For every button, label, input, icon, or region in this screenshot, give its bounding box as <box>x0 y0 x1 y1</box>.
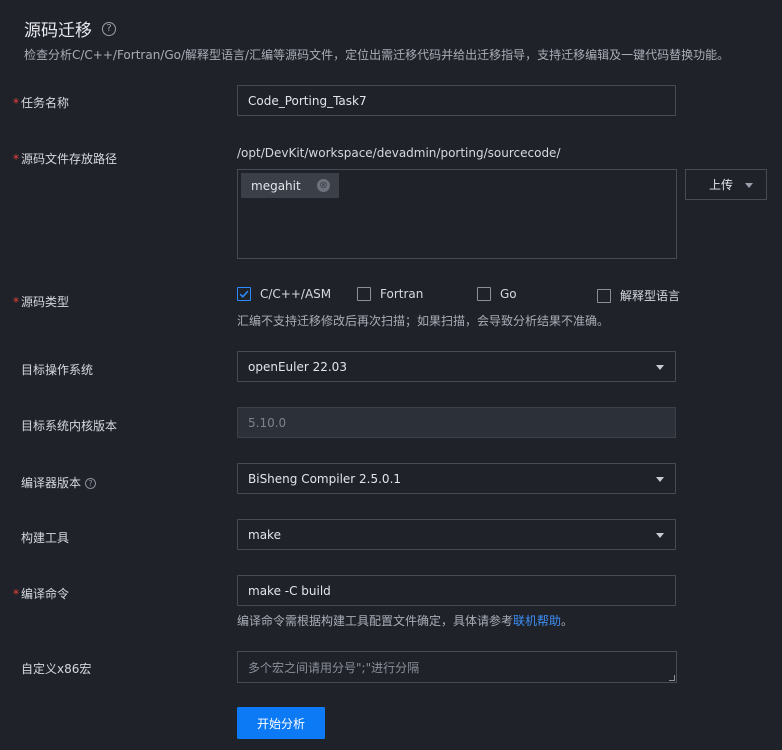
kernel-version-label: 目标系统内核版本 <box>13 417 117 434</box>
chevron-down-icon <box>656 365 664 370</box>
checkbox-label: C/C++/ASM <box>260 287 332 301</box>
kernel-version-value: 5.10.0 <box>248 415 287 430</box>
checkbox-c-cpp-asm[interactable]: C/C++/ASM <box>237 287 331 301</box>
checkbox-label: Go <box>500 287 517 301</box>
checkbox-icon[interactable] <box>357 287 371 301</box>
compile-command-note-end: 。 <box>561 614 574 628</box>
x86-macro-label: 自定义x86宏 <box>13 660 91 677</box>
kernel-version-label-text: 目标系统内核版本 <box>21 419 118 433</box>
page-description: 检查分析C/C++/Fortran/Go/解释型语言/汇编等源码文件，定位出需迁… <box>24 48 730 62</box>
source-type-label: * 源码类型 <box>13 293 69 310</box>
help-icon[interactable]: ? <box>85 478 97 489</box>
start-analysis-button[interactable]: 开始分析 <box>237 707 325 739</box>
file-tag-label: megahit <box>251 178 301 193</box>
build-tool-select[interactable]: make <box>237 519 676 550</box>
compiler-label-text: 编译器版本 <box>21 476 82 490</box>
page-title-text: 源码迁移 <box>24 21 92 41</box>
checkbox-go[interactable]: Go <box>477 287 517 301</box>
build-tool-label-text: 构建工具 <box>21 531 70 545</box>
source-type-label-text: 源码类型 <box>21 295 70 309</box>
checkbox-icon[interactable] <box>597 288 611 303</box>
task-name-value: Code_Porting_Task7 <box>248 93 367 108</box>
compile-command-input[interactable]: make -C build <box>237 575 676 606</box>
build-tool-label: 构建工具 <box>13 529 69 546</box>
source-path-text: /opt/DevKit/workspace/devadmin/porting/s… <box>237 146 561 160</box>
kernel-version-input: 5.10.0 <box>237 407 676 438</box>
target-os-label: 目标操作系统 <box>13 361 93 378</box>
x86-macro-placeholder: 多个宏之间请用分号";"进行分隔 <box>248 660 420 675</box>
compiler-value: BiSheng Compiler 2.5.0.1 <box>248 471 402 486</box>
help-icon[interactable]: ? <box>102 21 116 36</box>
compile-command-note-text: 编译命令需根据构建工具配置文件确定，具体请参考 <box>237 614 514 628</box>
chevron-down-icon <box>656 533 664 538</box>
source-path-label: * 源码文件存放路径 <box>13 150 117 167</box>
compile-command-label: * 编译命令 <box>13 585 69 602</box>
required-mark: * <box>13 295 19 309</box>
task-name-label-text: 任务名称 <box>21 96 70 110</box>
file-tag[interactable]: megahit ⊗ <box>241 173 339 198</box>
source-type-note: 汇编不支持迁移修改后再次扫描；如果扫描，会导致分析结果不准确。 <box>237 314 610 328</box>
source-path-label-text: 源码文件存放路径 <box>21 152 118 166</box>
build-tool-value: make <box>248 527 281 542</box>
required-mark: * <box>13 587 19 601</box>
x86-macro-textarea[interactable]: 多个宏之间请用分号";"进行分隔 <box>237 651 677 683</box>
compile-command-value: make -C build <box>248 583 331 598</box>
close-icon[interactable]: ⊗ <box>317 179 330 192</box>
checkbox-icon[interactable] <box>477 287 491 301</box>
upload-button[interactable]: 上传 <box>685 169 767 200</box>
required-mark: * <box>13 152 19 166</box>
target-os-label-text: 目标操作系统 <box>21 363 94 377</box>
checkbox-label: Fortran <box>380 287 424 301</box>
upload-button-label: 上传 <box>709 178 734 192</box>
target-os-value: openEuler 22.03 <box>248 359 347 374</box>
compile-command-note: 编译命令需根据构建工具配置文件确定，具体请参考联机帮助。 <box>237 612 573 629</box>
x86-macro-label-text: 自定义x86宏 <box>21 662 92 676</box>
online-help-link[interactable]: 联机帮助 <box>513 614 561 628</box>
compile-command-label-text: 编译命令 <box>21 587 70 601</box>
checkbox-interpreted-language[interactable]: 解释型语言 <box>597 287 680 304</box>
resize-handle-icon[interactable] <box>669 675 675 681</box>
task-name-input[interactable]: Code_Porting_Task7 <box>237 85 676 116</box>
chevron-down-icon <box>745 183 753 188</box>
compiler-select[interactable]: BiSheng Compiler 2.5.0.1 <box>237 463 676 494</box>
chevron-down-icon <box>656 477 664 482</box>
target-os-select[interactable]: openEuler 22.03 <box>237 351 676 382</box>
page-title: 源码迁移 ? <box>24 16 116 41</box>
required-mark: * <box>13 96 19 110</box>
task-name-label: * 任务名称 <box>13 94 69 111</box>
checkbox-fortran[interactable]: Fortran <box>357 287 423 301</box>
compiler-label: 编译器版本? <box>13 474 97 491</box>
checkbox-label: 解释型语言 <box>620 289 681 303</box>
checkbox-checked-icon[interactable] <box>237 287 251 301</box>
source-file-select-area[interactable]: megahit ⊗ <box>237 169 677 259</box>
